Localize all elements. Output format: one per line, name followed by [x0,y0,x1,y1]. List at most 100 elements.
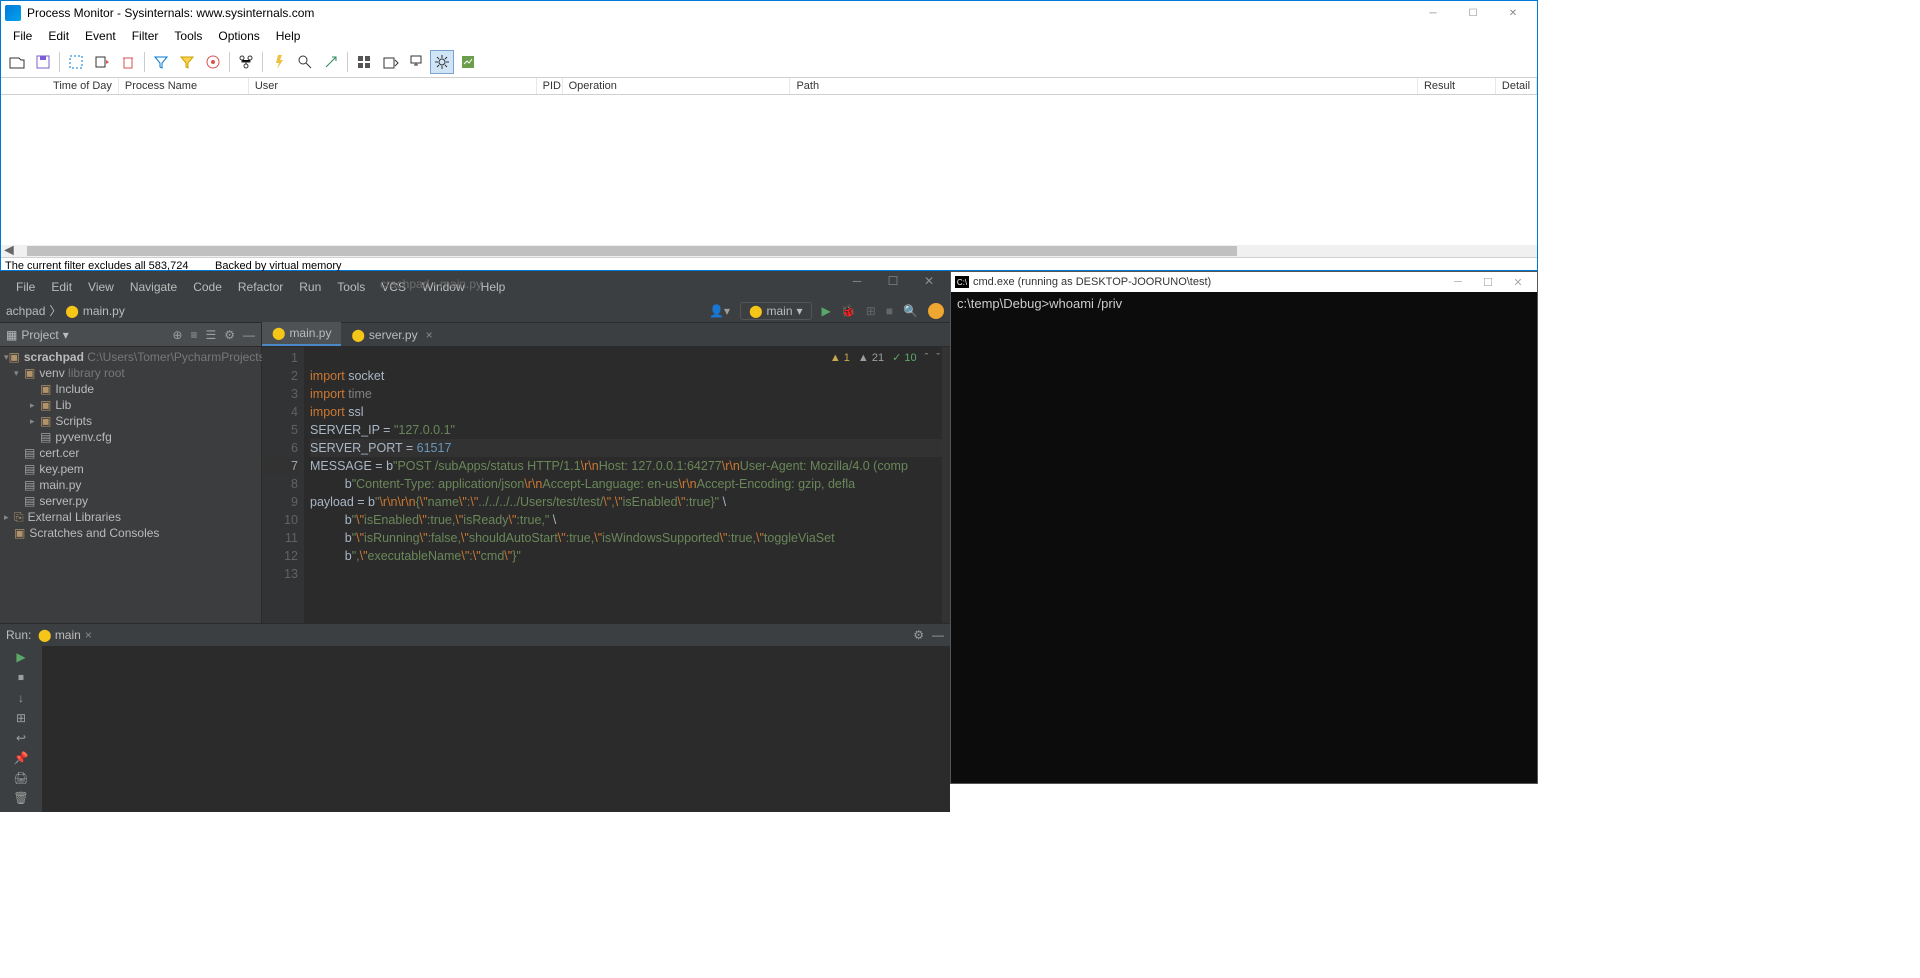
close-tab-icon[interactable]: × [426,328,433,342]
clear-icon[interactable] [116,50,140,74]
tree-lib[interactable]: Lib [55,398,71,412]
save-icon[interactable] [31,50,55,74]
maximize-icon[interactable]: ☐ [878,274,908,288]
tree-main[interactable]: main.py [39,478,81,492]
breadcrumb-file[interactable]: main.py [83,304,125,318]
gutter[interactable]: 12345678910111213 [262,347,304,623]
menu-run[interactable]: Run [293,280,327,294]
tree-include[interactable]: Include [55,382,94,396]
run-config-selector[interactable]: ⬤ main ▾ [740,302,811,320]
hide-icon[interactable]: — [932,628,944,642]
col-procname[interactable]: Process Name [119,78,249,94]
menu-file[interactable]: File [10,280,41,294]
col-pid[interactable]: PID [537,78,563,94]
search-icon[interactable]: 🔍 [903,304,918,318]
tree-key[interactable]: key.pem [39,462,83,476]
chevron-down-icon[interactable]: ˇ [936,352,940,364]
inspection-widget[interactable]: ▲ 1 ▲ 21 ✓ 10 ˆ ˇ [830,351,940,364]
print-icon[interactable]: 🖨 [13,771,28,785]
rerun-icon[interactable]: ▶ [16,650,25,664]
gear-icon[interactable]: ⚙ [224,328,235,342]
registry-icon[interactable] [352,50,376,74]
maximize-icon[interactable]: ☐ [1473,276,1503,289]
menu-refactor[interactable]: Refactor [232,280,289,294]
code-content[interactable]: import socketimport timeimport sslSERVER… [304,347,942,623]
tab-main[interactable]: ⬤main.py [262,322,341,346]
tree-scripts[interactable]: Scripts [55,414,92,428]
add-user-icon[interactable]: 👤▾ [709,304,730,318]
tree-root[interactable]: scrachpad [24,350,84,364]
autoscroll-icon[interactable] [90,50,114,74]
project-tool-header[interactable]: ▦Project▾ ⊕ ≡ ☰ ⚙ — [0,323,261,347]
menu-edit[interactable]: Edit [45,280,78,294]
menu-help[interactable]: Help [268,27,309,45]
menu-tools[interactable]: Tools [166,27,210,45]
coverage-icon[interactable]: ⊞ [866,304,876,318]
collapse-icon[interactable]: ☰ [205,328,216,342]
debug-button-icon[interactable]: 🐞 [841,304,856,318]
minimize-icon[interactable]: ─ [842,274,872,288]
cmd-titlebar[interactable]: C:\ cmd.exe (running as DESKTOP-JOORUNO\… [951,272,1537,292]
warn-badge[interactable]: ▲ 21 [858,352,884,364]
tree-icon[interactable] [234,50,258,74]
error-stripe[interactable] [942,347,950,623]
project-tree[interactable]: ▾▣scrachpad C:\Users\Tomer\PycharmProjec… [0,347,261,543]
error-badge[interactable]: ▲ 1 [830,352,850,364]
expand-icon[interactable]: ≡ [190,328,197,342]
soft-wrap-icon[interactable]: ↩ [16,731,26,745]
tree-cert[interactable]: cert.cer [39,446,79,460]
menu-edit[interactable]: Edit [40,27,77,45]
chevron-up-icon[interactable]: ˆ [925,352,929,364]
procmon-hscroll[interactable]: ◄ [1,245,1537,257]
jump-icon[interactable] [319,50,343,74]
network-icon[interactable] [404,50,428,74]
tree-venv[interactable]: venv [39,366,64,380]
maximize-icon[interactable]: ☐ [1453,3,1493,23]
tree-scratches[interactable]: Scratches and Consoles [29,526,159,540]
locate-icon[interactable]: ⊕ [172,328,182,342]
highlight-icon[interactable] [175,50,199,74]
tree-server[interactable]: server.py [39,494,88,508]
col-detail[interactable]: Detail [1496,78,1537,94]
down-icon[interactable]: ↓ [18,691,24,705]
typo-badge[interactable]: ✓ 10 [892,351,917,364]
capture-icon[interactable] [64,50,88,74]
close-run-tab-icon[interactable]: × [85,628,92,642]
stop-icon[interactable]: ■ [886,304,893,318]
menu-tools[interactable]: Tools [331,280,371,294]
menu-options[interactable]: Options [210,27,267,45]
col-time[interactable]: Time of Day [1,78,119,94]
procmon-titlebar[interactable]: Process Monitor - Sysinternals: www.sysi… [1,1,1537,25]
process-icon[interactable] [430,50,454,74]
event-icon[interactable] [267,50,291,74]
run-tab-label[interactable]: main [55,628,81,642]
menu-code[interactable]: Code [187,280,228,294]
pin-icon[interactable]: 📌 [14,751,29,765]
close-icon[interactable]: ✕ [1493,3,1533,23]
run-output[interactable] [42,646,950,812]
tree-external-libraries[interactable]: External Libraries [28,510,121,524]
col-path[interactable]: Path [790,78,1418,94]
find-icon[interactable] [293,50,317,74]
profiling-icon[interactable] [456,50,480,74]
trash-icon[interactable]: 🗑 [13,791,28,805]
filter-icon[interactable] [149,50,173,74]
menu-navigate[interactable]: Navigate [124,280,183,294]
code-area[interactable]: ▲ 1 ▲ 21 ✓ 10 ˆ ˇ 12345678910111213 impo… [262,347,950,623]
col-result[interactable]: Result [1418,78,1496,94]
menu-file[interactable]: File [5,27,40,45]
target-icon[interactable] [201,50,225,74]
col-user[interactable]: User [249,78,537,94]
col-operation[interactable]: Operation [563,78,791,94]
tab-server[interactable]: ⬤server.py× [341,324,442,346]
run-header[interactable]: Run: ⬤ main × ⚙— [0,624,950,646]
layout-icon[interactable]: ⊞ [16,711,26,725]
tree-pyvenv[interactable]: pyvenv.cfg [55,430,111,444]
close-icon[interactable]: ✕ [1503,276,1533,289]
procmon-eventlist[interactable] [1,95,1537,245]
close-icon[interactable]: ✕ [914,274,944,288]
menu-filter[interactable]: Filter [124,27,167,45]
menu-event[interactable]: Event [77,27,124,45]
minimize-icon[interactable]: ─ [1443,276,1473,289]
cmd-terminal[interactable]: c:\temp\Debug>whoami /priv [951,292,1537,315]
